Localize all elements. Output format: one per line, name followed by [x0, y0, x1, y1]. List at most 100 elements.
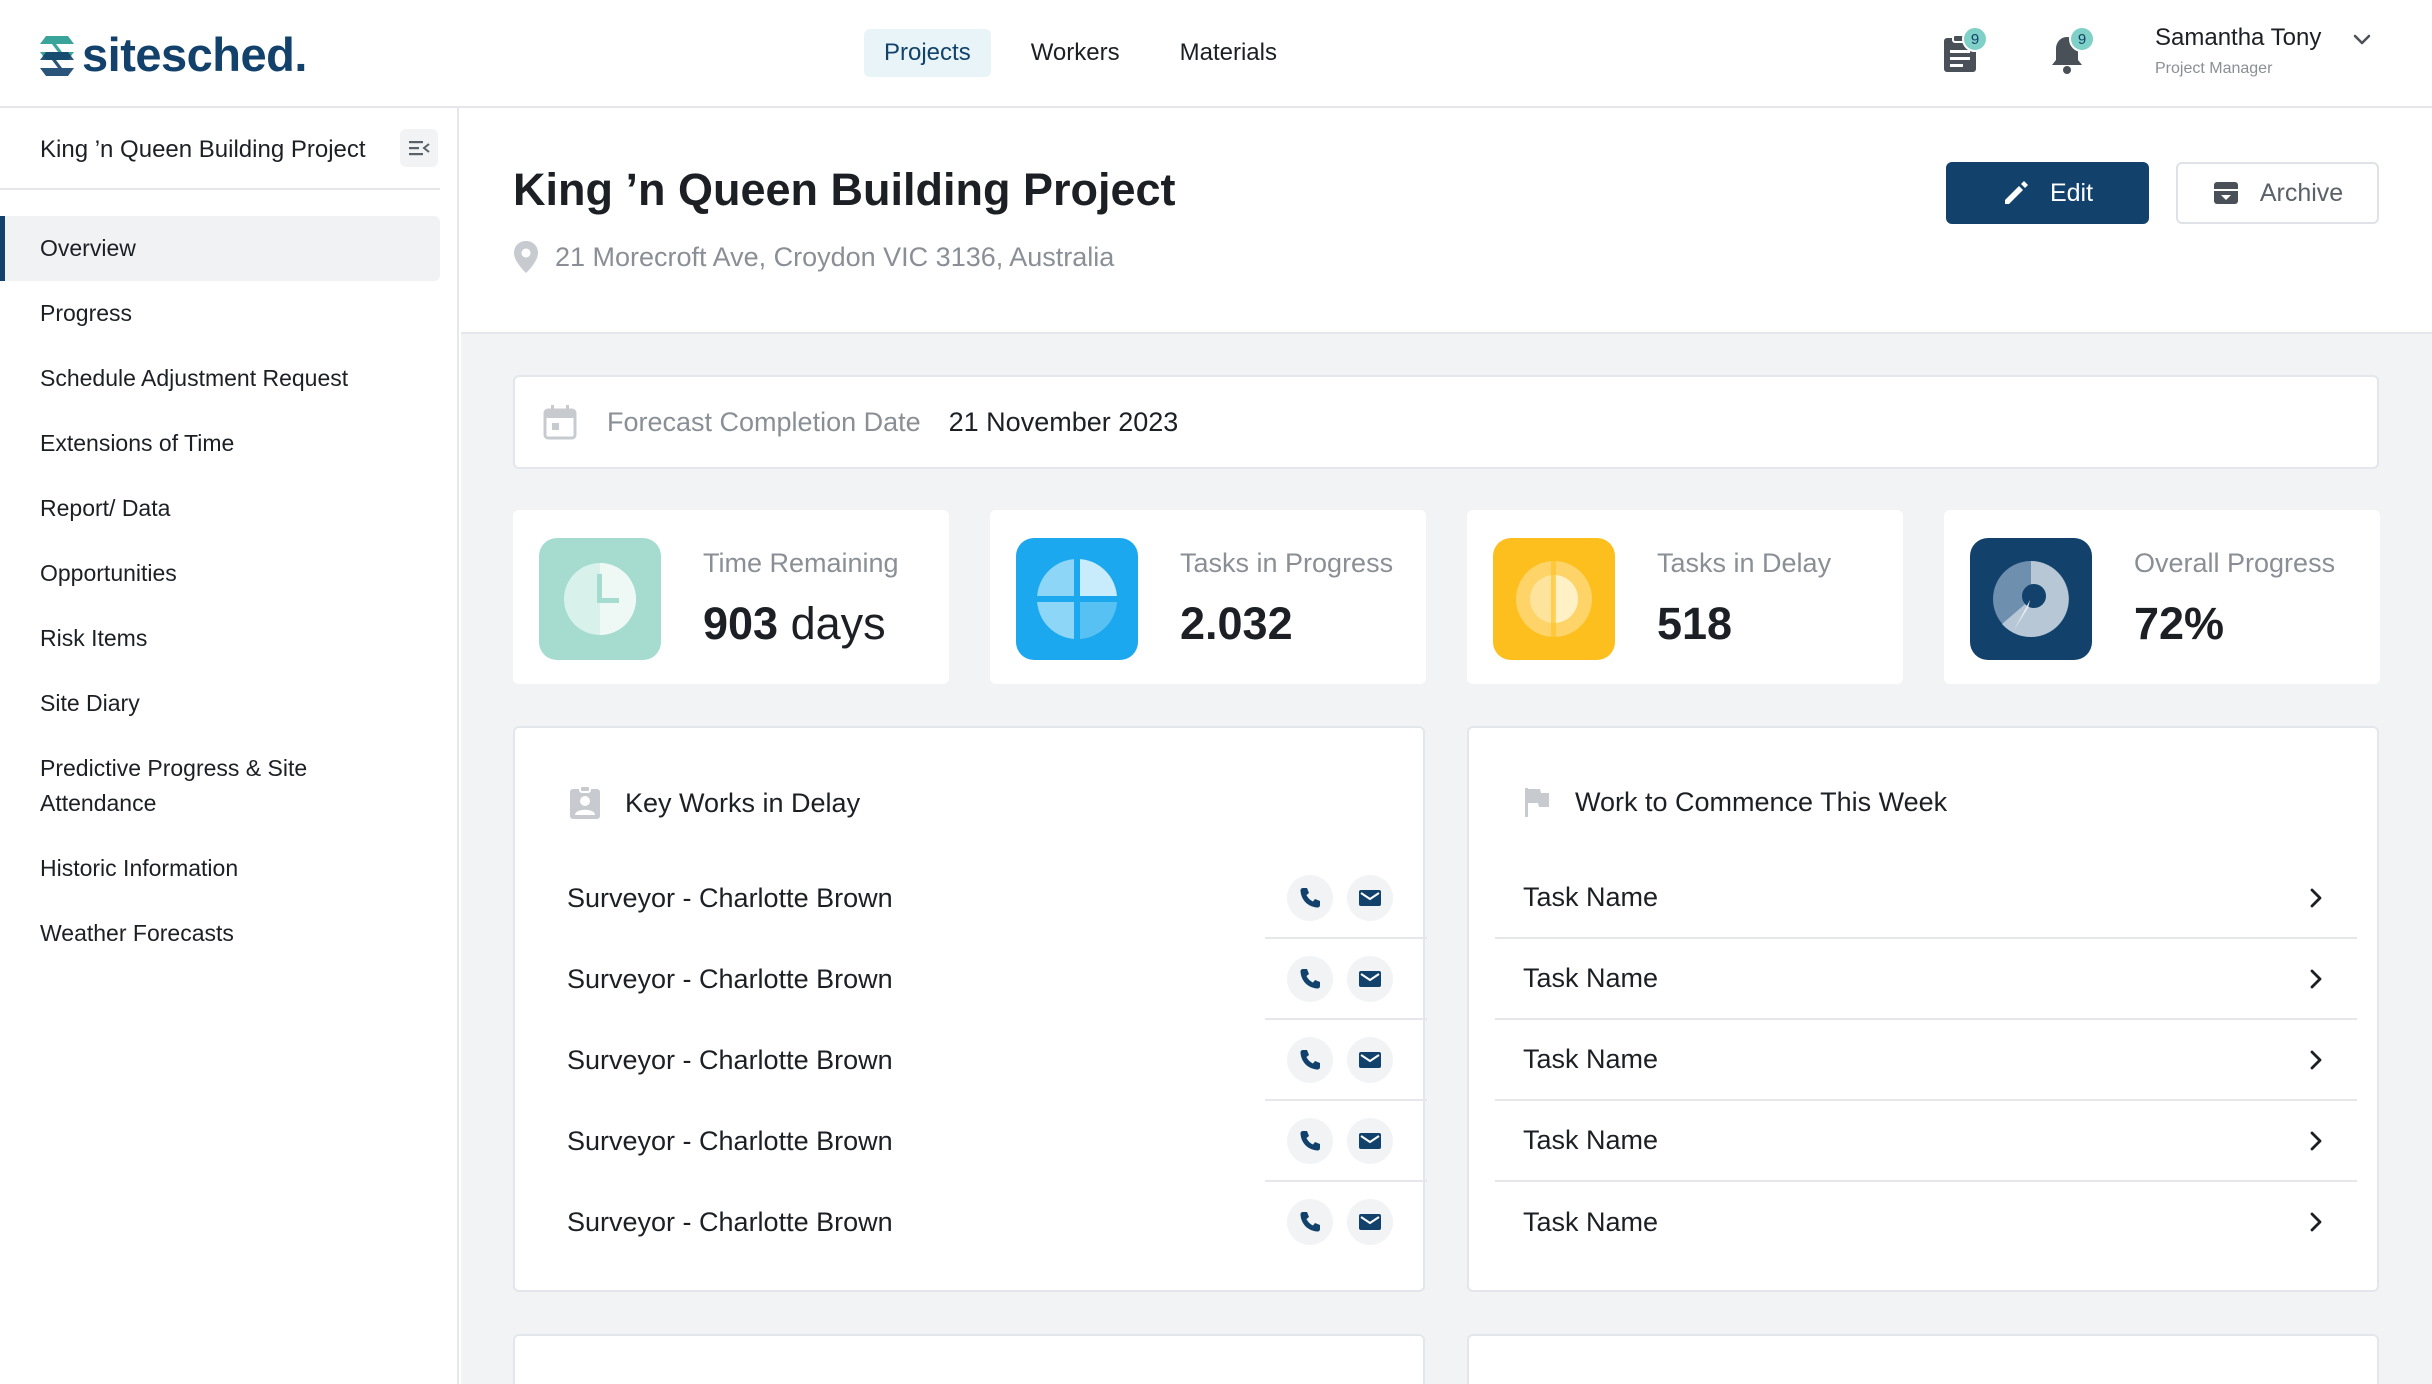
call-button[interactable] [1287, 1118, 1333, 1164]
stat-value: 72% [2134, 598, 2225, 649]
mail-icon [1359, 1133, 1381, 1149]
sidebar-item-historic-information[interactable]: Historic Information [0, 836, 440, 901]
project-header: King ’n Queen Building Project 21 Morecr… [461, 108, 2432, 334]
phone-icon [1300, 888, 1320, 908]
collapse-menu-icon [409, 141, 430, 156]
edit-label: Edit [2049, 178, 2094, 207]
phone-icon [1300, 1212, 1320, 1232]
brand-logo[interactable]: sitesched. [38, 24, 307, 84]
documents-button[interactable]: 9 [1936, 26, 1988, 78]
stat-label: Tasks in Progress [1180, 548, 1394, 578]
nav-projects[interactable]: Projects [864, 29, 991, 77]
user-menu[interactable]: Samantha Tony Project Manager [2155, 24, 2321, 78]
notifications-badge: 9 [2069, 26, 2095, 52]
sidebar-item-schedule-adjustment[interactable]: Schedule Adjustment Request [0, 346, 440, 411]
archive-button[interactable]: Archive [2176, 162, 2379, 224]
archive-label: Archive [2259, 178, 2344, 207]
notifications-button[interactable]: 9 [2043, 26, 2095, 78]
key-works-panel: Key Works in Delay Surveyor - Charlotte … [513, 726, 1427, 1292]
sidebar-item-weather-forecasts[interactable]: Weather Forecasts [0, 901, 440, 966]
location-pin-icon [514, 241, 538, 273]
call-button[interactable] [1287, 875, 1333, 921]
calendar-icon [543, 405, 577, 440]
call-button[interactable] [1287, 1199, 1333, 1245]
sidebar-item-risk-items[interactable]: Risk Items [0, 606, 440, 671]
task-row[interactable]: Task Name [1495, 858, 2357, 939]
list-item: Surveyor - Charlotte Brown [541, 1020, 1427, 1101]
list-item: Surveyor - Charlotte Brown [541, 939, 1427, 1020]
phone-icon [1300, 1131, 1320, 1151]
email-button[interactable] [1347, 956, 1393, 1002]
task-name: Task Name [1523, 882, 1659, 912]
mail-icon [1359, 1052, 1381, 1068]
logo-mark-icon [40, 36, 74, 76]
sidebar-item-site-diary[interactable]: Site Diary [0, 671, 440, 736]
task-row[interactable]: Task Name [1495, 939, 2357, 1020]
forecast-value: 21 November 2023 [948, 406, 1179, 437]
chevron-right-icon [2310, 1131, 2322, 1151]
user-name: Samantha Tony [2155, 24, 2322, 51]
worker-name: Surveyor - Charlotte Brown [567, 1126, 893, 1156]
call-button[interactable] [1287, 956, 1333, 1002]
flag-icon [1525, 788, 1549, 817]
chevron-right-icon [2310, 969, 2322, 989]
phone-icon [1300, 969, 1320, 989]
stat-label: Tasks in Delay [1657, 548, 1832, 578]
task-row[interactable]: Task Name [1495, 1101, 2357, 1182]
chevron-right-icon [2310, 1050, 2322, 1070]
nav-workers[interactable]: Workers [1011, 29, 1140, 77]
page-title: King ’n Queen Building Project [513, 164, 1176, 215]
chevron-down-icon[interactable] [2350, 28, 2374, 52]
documents-badge: 9 [1962, 26, 1988, 52]
list-item: Surveyor - Charlotte Brown [541, 858, 1427, 939]
edit-button[interactable]: Edit [1946, 162, 2149, 224]
mail-icon [1359, 1214, 1381, 1230]
panel-header: Key Works in Delay [569, 786, 860, 820]
clock-icon [539, 538, 661, 660]
email-button[interactable] [1347, 1199, 1393, 1245]
task-name: Task Name [1523, 963, 1659, 993]
email-button[interactable] [1347, 875, 1393, 921]
sidebar-collapse-button[interactable] [400, 129, 438, 167]
stat-label: Overall Progress [2134, 548, 2336, 578]
pie-progress-icon [1970, 538, 2092, 660]
email-button[interactable] [1347, 1118, 1393, 1164]
email-button[interactable] [1347, 1037, 1393, 1083]
stat-value: 2.032 [1180, 598, 1293, 649]
stat-value: 903 days [703, 598, 886, 650]
worker-name: Surveyor - Charlotte Brown [567, 883, 893, 913]
archive-icon [2213, 182, 2238, 204]
forecast-label: Forecast Completion Date [607, 406, 921, 437]
panel-header: Work to Commence This Week [1523, 786, 1947, 818]
call-button[interactable] [1287, 1037, 1333, 1083]
sidebar-item-overview[interactable]: Overview [0, 216, 440, 281]
mail-icon [1359, 890, 1381, 906]
nav-materials[interactable]: Materials [1160, 29, 1297, 77]
sidebar-item-opportunities[interactable]: Opportunities [0, 541, 440, 606]
stat-card-tasks-in-delay: Tasks in Delay 518 [1467, 510, 1903, 684]
worker-name: Surveyor - Charlotte Brown [567, 964, 893, 994]
list-item: Surveyor - Charlotte Brown [541, 1182, 1403, 1263]
sidebar-item-extensions-of-time[interactable]: Extensions of Time [0, 411, 440, 476]
worker-name: Surveyor - Charlotte Brown [567, 1207, 893, 1237]
sidebar-item-report-data[interactable]: Report/ Data [0, 476, 440, 541]
sidebar-menu: Overview Progress Schedule Adjustment Re… [0, 216, 440, 966]
chevron-right-icon [2310, 888, 2322, 908]
address-text: 21 Morecroft Ave, Croydon VIC 3136, Aust… [555, 241, 1115, 272]
sidebar-item-predictive-progress[interactable]: Predictive Progress & Site Attendance [0, 736, 440, 836]
delay-icon [1493, 538, 1615, 660]
sidebar-item-progress[interactable]: Progress [0, 281, 440, 346]
task-row[interactable]: Task Name [1495, 1182, 2357, 1263]
task-row[interactable]: Task Name [1495, 1020, 2357, 1101]
phone-icon [1300, 1050, 1320, 1070]
sidebar-project-title: King ’n Queen Building Project [40, 136, 366, 163]
main-content: King ’n Queen Building Project 21 Morecr… [461, 108, 2432, 1384]
worker-name: Surveyor - Charlotte Brown [567, 1045, 893, 1075]
task-name: Task Name [1523, 1125, 1659, 1155]
task-name: Task Name [1523, 1207, 1659, 1237]
stat-card-time-remaining: Time Remaining 903 days [513, 510, 949, 684]
chevron-right-icon [2310, 1212, 2322, 1232]
stat-card-overall-progress: Overall Progress 72% [1944, 510, 2380, 684]
panel-title: Work to Commence This Week [1575, 786, 1948, 817]
lower-panel-right [1467, 1334, 2379, 1384]
